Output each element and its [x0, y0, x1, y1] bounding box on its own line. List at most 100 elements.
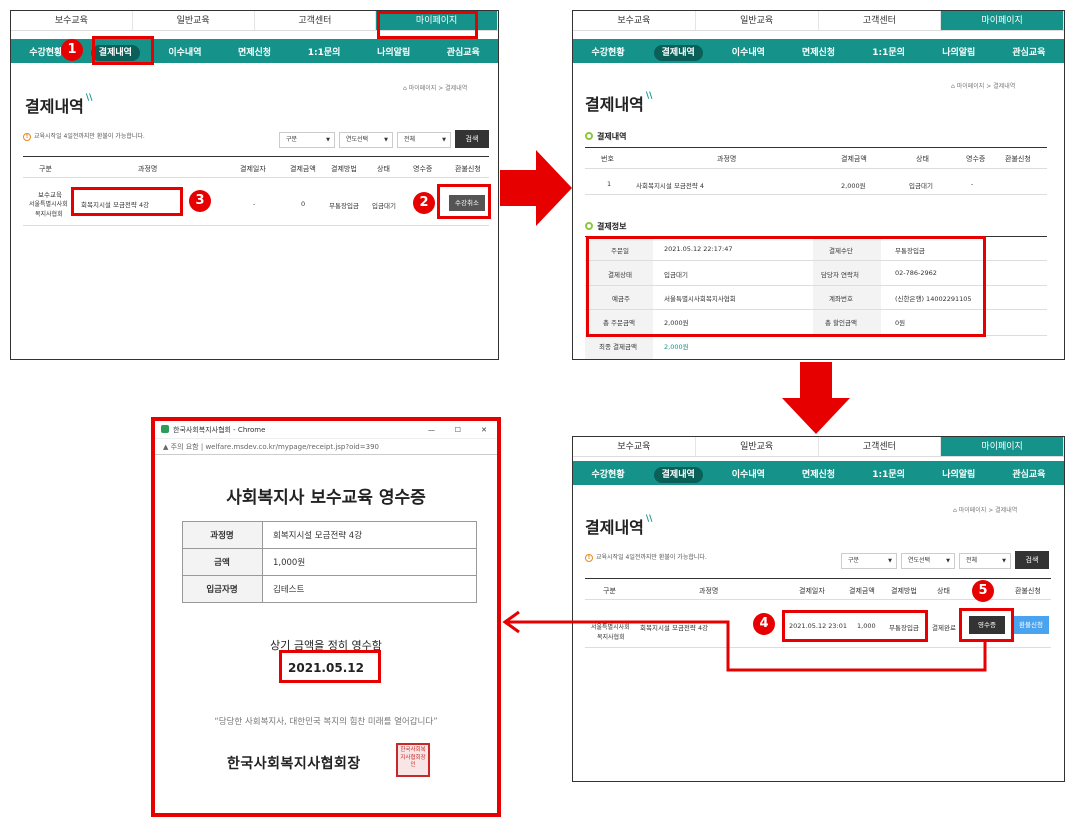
table-row: 입금자명 김테스트 [182, 575, 477, 603]
sub-menu-item[interactable]: 이수내역 [713, 467, 783, 480]
sub-menu-item[interactable]: 수강현황 [573, 467, 643, 480]
column-header: 과정명 [699, 587, 719, 595]
sub-menu-item[interactable]: 관심교육 [428, 45, 498, 58]
column-header: 환불신청 [1005, 155, 1031, 163]
top-menu-item-mypage[interactable]: 마이페이지 [941, 11, 1064, 30]
scope-select[interactable]: 전체 [397, 132, 451, 148]
row-rule [23, 225, 489, 226]
window-title-bar: 한국사회복지사협회 - Chrome — ☐ ✕ [155, 421, 497, 439]
top-menu-item[interactable]: 일반교육 [133, 11, 255, 30]
column-header: 구분 [603, 587, 616, 595]
top-menu-item[interactable]: 보수교육 [11, 11, 133, 30]
window-title: 한국사회복지사협회 - Chrome [173, 426, 266, 434]
refund-request-button[interactable]: 환불신청 [1013, 616, 1049, 634]
sub-menu-item-payments[interactable]: 결제내역 [643, 466, 713, 483]
table-top-rule [585, 578, 1051, 579]
receipt-label: 과정명 [182, 521, 263, 549]
info-label: 최종 결제금액 [599, 343, 637, 351]
column-header: 과정명 [717, 155, 737, 163]
highlight-payments-tab [92, 36, 154, 65]
sub-menu-item[interactable]: 1:1문의 [854, 45, 924, 58]
type-select[interactable]: 구분 [841, 553, 897, 569]
order-section-title: 결제내역 [585, 131, 626, 142]
column-header: 환불신청 [455, 165, 481, 173]
sub-menu-item[interactable]: 관심교육 [994, 45, 1064, 58]
top-menu-item[interactable]: 보수교육 [573, 437, 696, 456]
breadcrumb: ⌂ 마이페이지 > 결제내역 [953, 505, 1017, 514]
step-badge-2: 2 [413, 192, 435, 214]
address-bar[interactable]: ▲ 주의 요함 | welfare.msdev.co.kr/mypage/rec… [155, 439, 497, 455]
page-title-text: 결제내역 [25, 97, 84, 116]
column-header: 영수증 [413, 165, 433, 173]
sub-menu-item[interactable]: 이수내역 [713, 45, 783, 58]
sub-menu-label: 결제내역 [653, 44, 703, 61]
order-row-course: 사회복지시설 모금전략 4 [636, 182, 705, 190]
info-value-final: 2,000원 [664, 343, 689, 351]
sub-menu: 수강현황 결제내역 이수내역 면제신청 1:1문의 나의알림 관심교육 [11, 39, 498, 63]
order-row-no: 1 [607, 180, 612, 188]
year-select[interactable]: 연도선택 [339, 132, 393, 148]
column-header: 결제방법 [891, 587, 917, 595]
sub-menu-item[interactable]: 나의알림 [359, 45, 429, 58]
column-header: 결제금액 [841, 155, 867, 163]
refund-note-text: 교육시작일 4일전까지만 환불이 가능합니다. [34, 133, 145, 140]
sub-menu-item[interactable]: 나의알림 [924, 45, 994, 58]
row-org-line2: 복지사협회 [35, 211, 63, 218]
row-date: - [253, 200, 256, 208]
sub-menu-item[interactable]: 1:1문의 [289, 45, 359, 58]
top-menu-item[interactable]: 고객센터 [819, 11, 942, 30]
column-header: 영수증 [966, 155, 986, 163]
top-menu-item[interactable]: 일반교육 [696, 11, 819, 30]
sub-menu: 수강현황 결제내역 이수내역 면제신청 1:1문의 나의알림 관심교육 [573, 39, 1064, 63]
column-header: 환불신청 [1015, 587, 1041, 595]
year-select[interactable]: 연도선택 [901, 553, 955, 569]
close-icon[interactable]: ✕ [481, 421, 487, 439]
section-bullet-icon [585, 222, 593, 230]
title-accent-icon: \\ [645, 91, 653, 101]
top-menu-item[interactable]: 일반교육 [696, 437, 819, 456]
column-header: 구분 [39, 165, 52, 173]
connector-arrow-icon [502, 610, 987, 672]
sub-menu-item[interactable]: 1:1문의 [854, 467, 924, 480]
search-button[interactable]: 검색 [1015, 551, 1049, 569]
section-title-text: 결제내역 [597, 132, 627, 141]
top-menu-item[interactable]: 고객센터 [255, 11, 377, 30]
title-accent-icon: \\ [85, 93, 93, 103]
breadcrumb-text: 마이페이지 > 결제내역 [408, 85, 468, 92]
top-menu-item[interactable]: 고객센터 [819, 437, 942, 456]
receipt-label: 금액 [182, 548, 263, 576]
column-header: 상태 [377, 165, 390, 173]
sub-menu-item[interactable]: 면제신청 [783, 467, 853, 480]
sub-menu-item[interactable]: 이수내역 [150, 45, 220, 58]
search-button[interactable]: 검색 [455, 130, 489, 148]
sub-menu-item[interactable]: 면제신청 [783, 45, 853, 58]
column-header: 결제금액 [849, 587, 875, 595]
type-select[interactable]: 구분 [279, 132, 335, 148]
top-menu-item-mypage[interactable]: 마이페이지 [941, 437, 1064, 456]
sub-menu-item-payments[interactable]: 결제내역 [643, 44, 713, 61]
highlight-mypage [377, 11, 478, 39]
top-menu-item[interactable]: 보수교육 [573, 11, 696, 30]
sub-menu-item[interactable]: 수강현황 [573, 45, 643, 58]
maximize-icon[interactable]: ☐ [455, 421, 461, 439]
sub-menu-item[interactable]: 나의알림 [924, 467, 994, 480]
warning-icon: ▲ [163, 443, 169, 451]
scope-select[interactable]: 전체 [959, 553, 1011, 569]
sub-menu-item[interactable]: 관심교육 [994, 467, 1064, 480]
row-org-line1: 서울특별시사회 [29, 201, 68, 208]
url-text: welfare.msdev.co.kr/mypage/receipt.jsp?o… [205, 443, 379, 451]
breadcrumb: ⌂ 마이페이지 > 결제내역 [951, 81, 1015, 90]
table-top-rule [585, 147, 1047, 148]
step-badge-5: 5 [972, 580, 994, 602]
column-header: 결제방법 [331, 165, 357, 173]
order-row-receipt: - [971, 180, 974, 188]
title-accent-icon: \\ [645, 514, 653, 524]
row-rule [585, 194, 1047, 195]
row-category: 보수교육 [38, 191, 62, 199]
minimize-icon[interactable]: — [428, 421, 435, 439]
page-title: 결제내역 \\ [585, 91, 652, 115]
receipt-heading: 사회복지사 보수교육 영수증 [226, 488, 426, 508]
arrow-right-icon [500, 150, 572, 226]
column-header: 결제일자 [240, 165, 266, 173]
sub-menu-item[interactable]: 면제신청 [220, 45, 290, 58]
